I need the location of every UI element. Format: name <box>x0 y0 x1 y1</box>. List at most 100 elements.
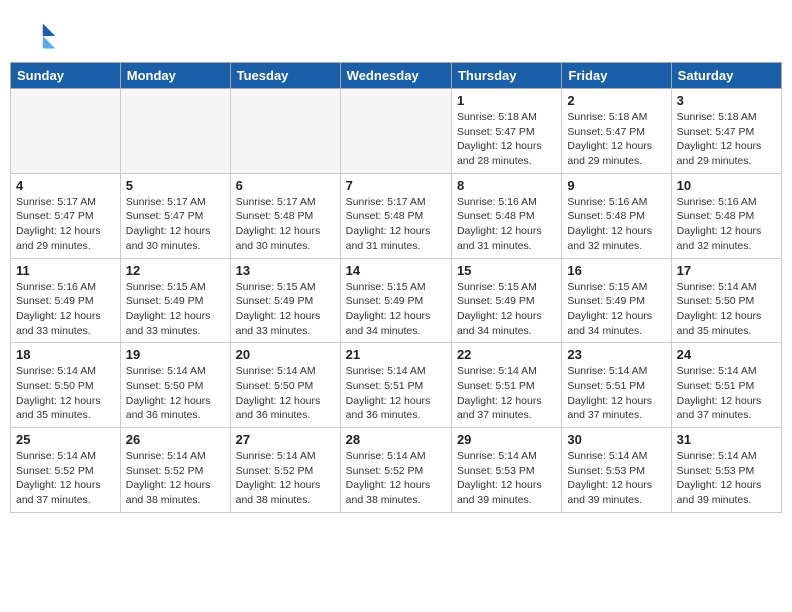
calendar-cell: 7Sunrise: 5:17 AM Sunset: 5:48 PM Daylig… <box>340 173 451 258</box>
day-info: Sunrise: 5:14 AM Sunset: 5:53 PM Dayligh… <box>457 449 556 508</box>
logo <box>25 20 61 52</box>
day-info: Sunrise: 5:14 AM Sunset: 5:51 PM Dayligh… <box>457 364 556 423</box>
calendar-day-header: Tuesday <box>230 63 340 89</box>
day-info: Sunrise: 5:16 AM Sunset: 5:48 PM Dayligh… <box>457 195 556 254</box>
day-number: 13 <box>236 263 335 278</box>
day-number: 30 <box>567 432 665 447</box>
day-info: Sunrise: 5:14 AM Sunset: 5:53 PM Dayligh… <box>677 449 776 508</box>
page-header <box>10 10 782 57</box>
calendar-cell: 14 Sunrise: 5:15 AM Sunset: 5:49 PM Dayli… <box>340 258 451 343</box>
day-info: Sunrise: 5:14 AM Sunset: 5:52 PM Dayligh… <box>16 449 115 508</box>
day-number: 11 <box>16 263 115 278</box>
day-info: Sunrise: 5:14 AM Sunset: 5:52 PM Dayligh… <box>236 449 335 508</box>
day-number: 17 <box>677 263 776 278</box>
day-number: 27 <box>236 432 335 447</box>
calendar-cell: 29 Sunrise: 5:14 AM Sunset: 5:53 PM Dayli… <box>451 428 561 513</box>
calendar-cell <box>120 89 230 174</box>
calendar-cell: 10Sunrise: 5:16 AM Sunset: 5:48 PM Dayli… <box>671 173 781 258</box>
calendar-header-row: SundayMondayTuesdayWednesdayThursdayFrid… <box>11 63 782 89</box>
day-info: Sunrise: 5:17 AM Sunset: 5:47 PM Dayligh… <box>16 195 115 254</box>
calendar-cell: 16 Sunrise: 5:15 AM Sunset: 5:49 PM Dayli… <box>562 258 671 343</box>
calendar-cell <box>11 89 121 174</box>
calendar-cell <box>230 89 340 174</box>
calendar-table: SundayMondayTuesdayWednesdayThursdayFrid… <box>10 62 782 513</box>
calendar-cell: 5Sunrise: 5:17 AM Sunset: 5:47 PM Daylig… <box>120 173 230 258</box>
calendar-cell: 19 Sunrise: 5:14 AM Sunset: 5:50 PM Dayli… <box>120 343 230 428</box>
calendar-day-header: Sunday <box>11 63 121 89</box>
day-number: 9 <box>567 178 665 193</box>
calendar-cell: 30 Sunrise: 5:14 AM Sunset: 5:53 PM Dayli… <box>562 428 671 513</box>
day-number: 3 <box>677 93 776 108</box>
calendar-cell: 11 Sunrise: 5:16 AM Sunset: 5:49 PM Dayli… <box>11 258 121 343</box>
logo-icon <box>25 20 57 52</box>
calendar-cell: 8 Sunrise: 5:16 AM Sunset: 5:48 PM Daylig… <box>451 173 561 258</box>
day-info: Sunrise: 5:14 AM Sunset: 5:50 PM Dayligh… <box>677 280 776 339</box>
day-number: 22 <box>457 347 556 362</box>
day-number: 12 <box>126 263 225 278</box>
calendar-cell: 9Sunrise: 5:16 AM Sunset: 5:48 PM Daylig… <box>562 173 671 258</box>
calendar-day-header: Saturday <box>671 63 781 89</box>
calendar-cell: 4 Sunrise: 5:17 AM Sunset: 5:47 PM Daylig… <box>11 173 121 258</box>
calendar-day-header: Monday <box>120 63 230 89</box>
day-number: 31 <box>677 432 776 447</box>
day-info: Sunrise: 5:14 AM Sunset: 5:52 PM Dayligh… <box>346 449 446 508</box>
day-number: 20 <box>236 347 335 362</box>
day-number: 6 <box>236 178 335 193</box>
calendar-week-row: 18Sunrise: 5:14 AM Sunset: 5:50 PM Dayli… <box>11 343 782 428</box>
day-info: Sunrise: 5:18 AM Sunset: 5:47 PM Dayligh… <box>677 110 776 169</box>
day-info: Sunrise: 5:17 AM Sunset: 5:48 PM Dayligh… <box>236 195 335 254</box>
calendar-cell <box>340 89 451 174</box>
day-info: Sunrise: 5:15 AM Sunset: 5:49 PM Dayligh… <box>567 280 665 339</box>
calendar-cell: 23 Sunrise: 5:14 AM Sunset: 5:51 PM Dayli… <box>562 343 671 428</box>
calendar-cell: 22 Sunrise: 5:14 AM Sunset: 5:51 PM Dayli… <box>451 343 561 428</box>
day-number: 21 <box>346 347 446 362</box>
day-info: Sunrise: 5:14 AM Sunset: 5:50 PM Dayligh… <box>16 364 115 423</box>
calendar-week-row: 11 Sunrise: 5:16 AM Sunset: 5:49 PM Dayli… <box>11 258 782 343</box>
day-number: 14 <box>346 263 446 278</box>
day-info: Sunrise: 5:14 AM Sunset: 5:53 PM Dayligh… <box>567 449 665 508</box>
day-info: Sunrise: 5:16 AM Sunset: 5:49 PM Dayligh… <box>16 280 115 339</box>
day-number: 1 <box>457 93 556 108</box>
day-number: 10 <box>677 178 776 193</box>
day-number: 19 <box>126 347 225 362</box>
day-number: 28 <box>346 432 446 447</box>
day-info: Sunrise: 5:14 AM Sunset: 5:51 PM Dayligh… <box>677 364 776 423</box>
day-number: 4 <box>16 178 115 193</box>
calendar-cell: 26Sunrise: 5:14 AM Sunset: 5:52 PM Dayli… <box>120 428 230 513</box>
calendar-cell: 20 Sunrise: 5:14 AM Sunset: 5:50 PM Dayli… <box>230 343 340 428</box>
day-info: Sunrise: 5:15 AM Sunset: 5:49 PM Dayligh… <box>236 280 335 339</box>
calendar-day-header: Friday <box>562 63 671 89</box>
calendar-cell: 1Sunrise: 5:18 AM Sunset: 5:47 PM Daylig… <box>451 89 561 174</box>
day-number: 23 <box>567 347 665 362</box>
day-info: Sunrise: 5:15 AM Sunset: 5:49 PM Dayligh… <box>346 280 446 339</box>
calendar-cell: 31 Sunrise: 5:14 AM Sunset: 5:53 PM Dayli… <box>671 428 781 513</box>
day-number: 8 <box>457 178 556 193</box>
day-info: Sunrise: 5:15 AM Sunset: 5:49 PM Dayligh… <box>457 280 556 339</box>
calendar-cell: 24Sunrise: 5:14 AM Sunset: 5:51 PM Dayli… <box>671 343 781 428</box>
day-number: 7 <box>346 178 446 193</box>
day-info: Sunrise: 5:14 AM Sunset: 5:50 PM Dayligh… <box>126 364 225 423</box>
day-info: Sunrise: 5:14 AM Sunset: 5:50 PM Dayligh… <box>236 364 335 423</box>
day-number: 16 <box>567 263 665 278</box>
calendar-week-row: 1 Sunrise: 5:18 AM Sunset: 5:47 PM Daylig… <box>11 89 782 174</box>
calendar-cell: 13 Sunrise: 5:15 AM Sunset: 5:49 PM Dayli… <box>230 258 340 343</box>
calendar-cell: 12 Sunrise: 5:15 AM Sunset: 5:49 PM Dayli… <box>120 258 230 343</box>
day-info: Sunrise: 5:15 AM Sunset: 5:49 PM Dayligh… <box>126 280 225 339</box>
day-number: 25 <box>16 432 115 447</box>
day-info: Sunrise: 5:14 AM Sunset: 5:51 PM Dayligh… <box>567 364 665 423</box>
calendar-cell: 17 Sunrise: 5:14 AM Sunset: 5:50 PM Dayli… <box>671 258 781 343</box>
day-number: 29 <box>457 432 556 447</box>
calendar-cell: 21 Sunrise: 5:14 AM Sunset: 5:51 PM Dayli… <box>340 343 451 428</box>
day-number: 2 <box>567 93 665 108</box>
calendar-cell: 6 Sunrise: 5:17 AM Sunset: 5:48 PM Daylig… <box>230 173 340 258</box>
calendar-cell: 2Sunrise: 5:18 AM Sunset: 5:47 PM Daylig… <box>562 89 671 174</box>
calendar-week-row: 25 Sunrise: 5:14 AM Sunset: 5:52 PM Dayli… <box>11 428 782 513</box>
calendar-cell: 28 Sunrise: 5:14 AM Sunset: 5:52 PM Dayli… <box>340 428 451 513</box>
calendar-cell: 27 Sunrise: 5:14 AM Sunset: 5:52 PM Dayli… <box>230 428 340 513</box>
day-number: 5 <box>126 178 225 193</box>
calendar-cell: 25 Sunrise: 5:14 AM Sunset: 5:52 PM Dayli… <box>11 428 121 513</box>
calendar-day-header: Thursday <box>451 63 561 89</box>
calendar-cell: 15Sunrise: 5:15 AM Sunset: 5:49 PM Dayli… <box>451 258 561 343</box>
day-info: Sunrise: 5:14 AM Sunset: 5:51 PM Dayligh… <box>346 364 446 423</box>
calendar-week-row: 4 Sunrise: 5:17 AM Sunset: 5:47 PM Daylig… <box>11 173 782 258</box>
